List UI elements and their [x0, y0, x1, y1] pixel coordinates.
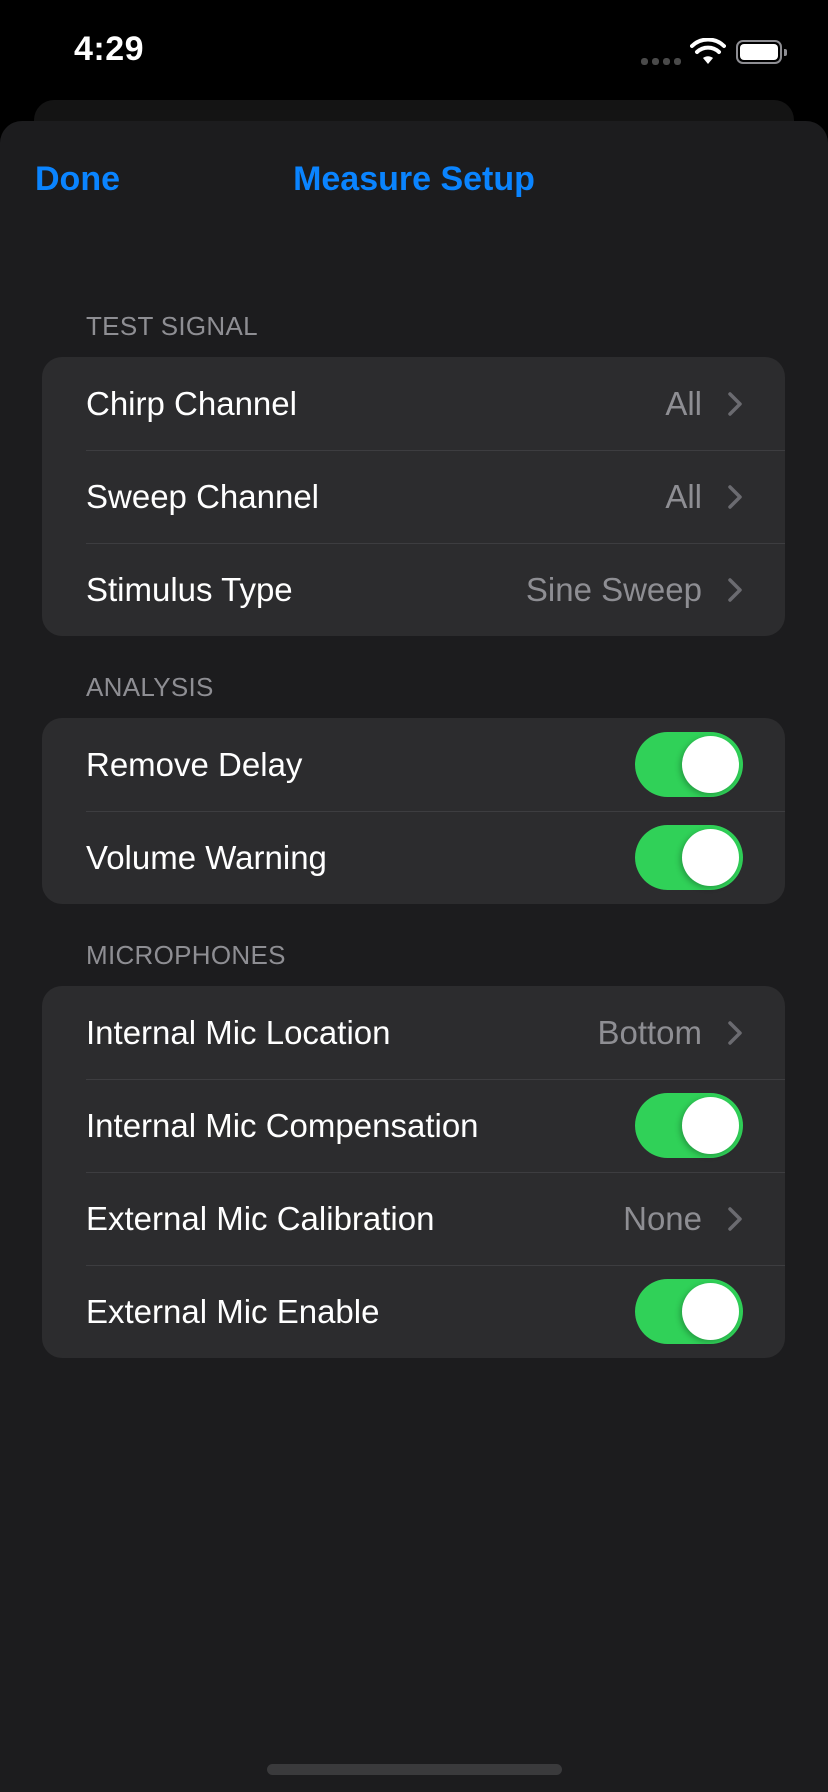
volume-warning-toggle[interactable] — [635, 825, 743, 890]
chevron-right-icon — [728, 577, 742, 602]
status-time: 4:29 — [74, 30, 145, 68]
page-title: Measure Setup — [293, 160, 535, 198]
row-value: All — [665, 384, 702, 422]
row-value: None — [623, 1199, 702, 1237]
chevron-right-icon — [728, 1206, 742, 1231]
section-header-test-signal: TEST SIGNAL — [86, 311, 258, 341]
chevron-right-icon — [728, 1020, 742, 1045]
wifi-icon — [690, 38, 726, 64]
internal-mic-compensation-toggle[interactable] — [635, 1093, 743, 1158]
row-label: Internal Mic Location — [86, 1013, 391, 1051]
row-label: Remove Delay — [86, 745, 303, 783]
row-external-mic-calibration[interactable]: External Mic Calibration None — [42, 1172, 785, 1265]
row-internal-mic-compensation: Internal Mic Compensation — [42, 1079, 785, 1172]
group-microphones: Internal Mic Location Bottom Internal Mi… — [42, 986, 785, 1358]
cellular-signal-icon — [641, 58, 681, 65]
row-label: Volume Warning — [86, 838, 327, 876]
group-analysis: Remove Delay Volume Warning — [42, 718, 785, 904]
row-internal-mic-location[interactable]: Internal Mic Location Bottom — [42, 986, 785, 1079]
row-label: External Mic Enable — [86, 1292, 380, 1330]
row-value: All — [665, 477, 702, 515]
home-indicator[interactable] — [267, 1764, 562, 1775]
remove-delay-toggle[interactable] — [635, 732, 743, 797]
chevron-right-icon — [728, 484, 742, 509]
row-volume-warning: Volume Warning — [42, 811, 785, 904]
row-stimulus-type[interactable]: Stimulus Type Sine Sweep — [42, 543, 785, 636]
row-label: Stimulus Type — [86, 570, 293, 608]
row-value: Bottom — [597, 1013, 702, 1051]
group-test-signal: Chirp Channel All Sweep Channel All Stim… — [42, 357, 785, 636]
row-value: Sine Sweep — [525, 570, 702, 608]
row-sweep-channel[interactable]: Sweep Channel All — [42, 450, 785, 543]
battery-icon — [736, 40, 787, 64]
status-bar: 4:29 — [0, 0, 828, 100]
row-external-mic-enable: External Mic Enable — [42, 1265, 785, 1358]
section-header-analysis: ANALYSIS — [86, 672, 214, 702]
row-label: Sweep Channel — [86, 477, 319, 515]
row-label: Internal Mic Compensation — [86, 1106, 479, 1144]
row-chirp-channel[interactable]: Chirp Channel All — [42, 357, 785, 450]
row-label: External Mic Calibration — [86, 1199, 435, 1237]
row-remove-delay: Remove Delay — [42, 718, 785, 811]
section-header-microphones: MICROPHONES — [86, 940, 286, 970]
external-mic-enable-toggle[interactable] — [635, 1279, 743, 1344]
row-label: Chirp Channel — [86, 384, 297, 422]
chevron-right-icon — [728, 391, 742, 416]
